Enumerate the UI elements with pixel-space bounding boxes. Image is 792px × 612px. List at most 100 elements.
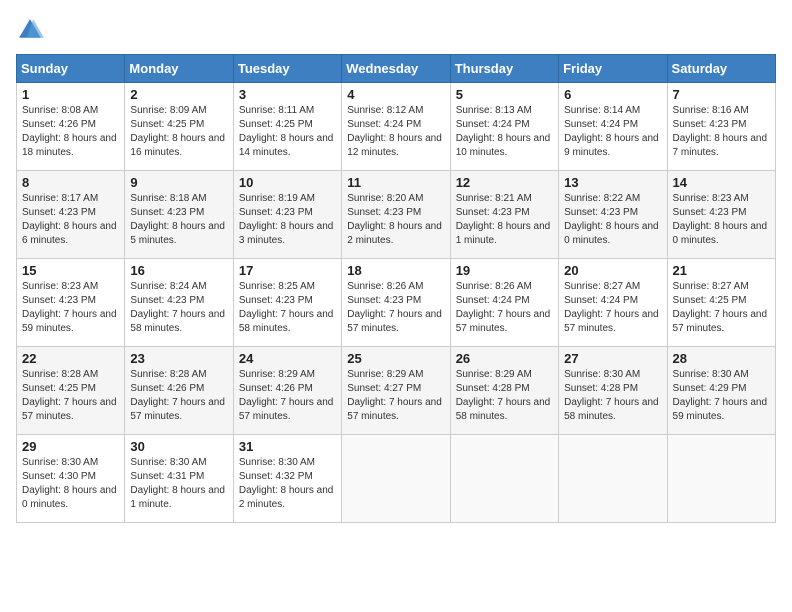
calendar-cell: 11 Sunrise: 8:20 AMSunset: 4:23 PMDayligh… — [342, 171, 450, 259]
day-info: Sunrise: 8:30 AMSunset: 4:28 PMDaylight:… — [564, 368, 661, 424]
calendar-cell: 5 Sunrise: 8:13 AMSunset: 4:24 PMDaylight… — [450, 83, 558, 171]
weekday-header-tuesday: Tuesday — [233, 55, 341, 83]
day-number: 3 — [239, 87, 336, 102]
weekday-header-wednesday: Wednesday — [342, 55, 450, 83]
day-number: 10 — [239, 175, 336, 190]
day-info: Sunrise: 8:13 AMSunset: 4:24 PMDaylight:… — [456, 104, 553, 160]
calendar-cell: 28Sunrise: 8:30 AMSunset: 4:29 PMDayligh… — [667, 347, 775, 435]
day-info: Sunrise: 8:12 AMSunset: 4:24 PMDaylight:… — [347, 104, 444, 160]
day-number: 24 — [239, 351, 336, 366]
weekday-header-saturday: Saturday — [667, 55, 775, 83]
day-number: 16 — [130, 263, 227, 278]
calendar-week-row: 1Sunrise: 8:08 AMSunset: 4:26 PMDaylight… — [17, 83, 776, 171]
calendar-week-row: 29 Sunrise: 8:30 AMSunset: 4:30 PMDayligh… — [17, 435, 776, 523]
day-number: 30 — [130, 439, 227, 454]
calendar-cell: 29 Sunrise: 8:30 AMSunset: 4:30 PMDayligh… — [17, 435, 125, 523]
day-number: 29 — [22, 439, 119, 454]
day-info: Sunrise: 8:17 AMSunset: 4:23 PMDaylight:… — [22, 192, 119, 248]
calendar-table: SundayMondayTuesdayWednesdayThursdayFrid… — [16, 54, 776, 523]
calendar-cell — [667, 435, 775, 523]
day-number: 12 — [456, 175, 553, 190]
calendar-cell: 14Sunrise: 8:23 AMSunset: 4:23 PMDayligh… — [667, 171, 775, 259]
day-info: Sunrise: 8:18 AMSunset: 4:23 PMDaylight:… — [130, 192, 227, 248]
day-info: Sunrise: 8:30 AMSunset: 4:32 PMDaylight:… — [239, 456, 336, 512]
calendar-cell: 25 Sunrise: 8:29 AMSunset: 4:27 PMDayligh… — [342, 347, 450, 435]
day-info: Sunrise: 8:14 AMSunset: 4:24 PMDaylight:… — [564, 104, 661, 160]
calendar-week-row: 22Sunrise: 8:28 AMSunset: 4:25 PMDayligh… — [17, 347, 776, 435]
day-info: Sunrise: 8:24 AMSunset: 4:23 PMDaylight:… — [130, 280, 227, 336]
day-info: Sunrise: 8:27 AMSunset: 4:25 PMDaylight:… — [673, 280, 770, 336]
day-number: 26 — [456, 351, 553, 366]
day-number: 5 — [456, 87, 553, 102]
calendar-header-row: SundayMondayTuesdayWednesdayThursdayFrid… — [17, 55, 776, 83]
day-number: 17 — [239, 263, 336, 278]
calendar-cell: 19 Sunrise: 8:26 AMSunset: 4:24 PMDayligh… — [450, 259, 558, 347]
day-info: Sunrise: 8:29 AMSunset: 4:26 PMDaylight:… — [239, 368, 336, 424]
day-info: Sunrise: 8:22 AMSunset: 4:23 PMDaylight:… — [564, 192, 661, 248]
calendar-cell — [559, 435, 667, 523]
calendar-cell: 2Sunrise: 8:09 AMSunset: 4:25 PMDaylight… — [125, 83, 233, 171]
day-info: Sunrise: 8:26 AMSunset: 4:24 PMDaylight:… — [456, 280, 553, 336]
day-info: Sunrise: 8:21 AMSunset: 4:23 PMDaylight:… — [456, 192, 553, 248]
day-number: 11 — [347, 175, 444, 190]
day-number: 8 — [22, 175, 119, 190]
calendar-cell: 26Sunrise: 8:29 AMSunset: 4:28 PMDayligh… — [450, 347, 558, 435]
day-number: 6 — [564, 87, 661, 102]
day-info: Sunrise: 8:30 AMSunset: 4:30 PMDaylight:… — [22, 456, 119, 512]
day-info: Sunrise: 8:08 AMSunset: 4:26 PMDaylight:… — [22, 104, 119, 160]
weekday-header-sunday: Sunday — [17, 55, 125, 83]
day-info: Sunrise: 8:28 AMSunset: 4:25 PMDaylight:… — [22, 368, 119, 424]
calendar-cell: 31 Sunrise: 8:30 AMSunset: 4:32 PMDayligh… — [233, 435, 341, 523]
calendar-week-row: 15Sunrise: 8:23 AMSunset: 4:23 PMDayligh… — [17, 259, 776, 347]
calendar-cell: 9Sunrise: 8:18 AMSunset: 4:23 PMDaylight… — [125, 171, 233, 259]
calendar-cell: 7 Sunrise: 8:16 AMSunset: 4:23 PMDaylight… — [667, 83, 775, 171]
calendar-cell: 6 Sunrise: 8:14 AMSunset: 4:24 PMDaylight… — [559, 83, 667, 171]
calendar-cell: 22Sunrise: 8:28 AMSunset: 4:25 PMDayligh… — [17, 347, 125, 435]
day-number: 15 — [22, 263, 119, 278]
calendar-cell: 17 Sunrise: 8:25 AMSunset: 4:23 PMDayligh… — [233, 259, 341, 347]
calendar-cell: 18 Sunrise: 8:26 AMSunset: 4:23 PMDayligh… — [342, 259, 450, 347]
calendar-cell: 1Sunrise: 8:08 AMSunset: 4:26 PMDaylight… — [17, 83, 125, 171]
day-info: Sunrise: 8:11 AMSunset: 4:25 PMDaylight:… — [239, 104, 336, 160]
day-info: Sunrise: 8:16 AMSunset: 4:23 PMDaylight:… — [673, 104, 770, 160]
day-info: Sunrise: 8:25 AMSunset: 4:23 PMDaylight:… — [239, 280, 336, 336]
day-number: 2 — [130, 87, 227, 102]
day-info: Sunrise: 8:23 AMSunset: 4:23 PMDaylight:… — [673, 192, 770, 248]
calendar-cell: 8 Sunrise: 8:17 AMSunset: 4:23 PMDaylight… — [17, 171, 125, 259]
calendar-cell: 24 Sunrise: 8:29 AMSunset: 4:26 PMDayligh… — [233, 347, 341, 435]
day-info: Sunrise: 8:29 AMSunset: 4:27 PMDaylight:… — [347, 368, 444, 424]
calendar-cell — [342, 435, 450, 523]
day-number: 4 — [347, 87, 444, 102]
day-info: Sunrise: 8:20 AMSunset: 4:23 PMDaylight:… — [347, 192, 444, 248]
day-number: 20 — [564, 263, 661, 278]
calendar-cell: 27 Sunrise: 8:30 AMSunset: 4:28 PMDayligh… — [559, 347, 667, 435]
calendar-cell: 20 Sunrise: 8:27 AMSunset: 4:24 PMDayligh… — [559, 259, 667, 347]
calendar-cell — [450, 435, 558, 523]
calendar-cell: 16 Sunrise: 8:24 AMSunset: 4:23 PMDayligh… — [125, 259, 233, 347]
day-number: 7 — [673, 87, 770, 102]
day-info: Sunrise: 8:27 AMSunset: 4:24 PMDaylight:… — [564, 280, 661, 336]
day-number: 25 — [347, 351, 444, 366]
page-header — [16, 16, 776, 44]
day-number: 18 — [347, 263, 444, 278]
logo-icon — [16, 16, 44, 44]
calendar-cell: 4 Sunrise: 8:12 AMSunset: 4:24 PMDaylight… — [342, 83, 450, 171]
calendar-cell: 23Sunrise: 8:28 AMSunset: 4:26 PMDayligh… — [125, 347, 233, 435]
day-number: 19 — [456, 263, 553, 278]
day-info: Sunrise: 8:30 AMSunset: 4:29 PMDaylight:… — [673, 368, 770, 424]
calendar-cell: 12 Sunrise: 8:21 AMSunset: 4:23 PMDayligh… — [450, 171, 558, 259]
calendar-cell: 15Sunrise: 8:23 AMSunset: 4:23 PMDayligh… — [17, 259, 125, 347]
day-number: 13 — [564, 175, 661, 190]
day-info: Sunrise: 8:30 AMSunset: 4:31 PMDaylight:… — [130, 456, 227, 512]
day-number: 27 — [564, 351, 661, 366]
day-info: Sunrise: 8:26 AMSunset: 4:23 PMDaylight:… — [347, 280, 444, 336]
weekday-header-friday: Friday — [559, 55, 667, 83]
calendar-cell: 30 Sunrise: 8:30 AMSunset: 4:31 PMDayligh… — [125, 435, 233, 523]
day-number: 31 — [239, 439, 336, 454]
day-number: 23 — [130, 351, 227, 366]
weekday-header-monday: Monday — [125, 55, 233, 83]
day-number: 21 — [673, 263, 770, 278]
calendar-cell: 13 Sunrise: 8:22 AMSunset: 4:23 PMDayligh… — [559, 171, 667, 259]
weekday-header-thursday: Thursday — [450, 55, 558, 83]
calendar-cell: 21 Sunrise: 8:27 AMSunset: 4:25 PMDayligh… — [667, 259, 775, 347]
